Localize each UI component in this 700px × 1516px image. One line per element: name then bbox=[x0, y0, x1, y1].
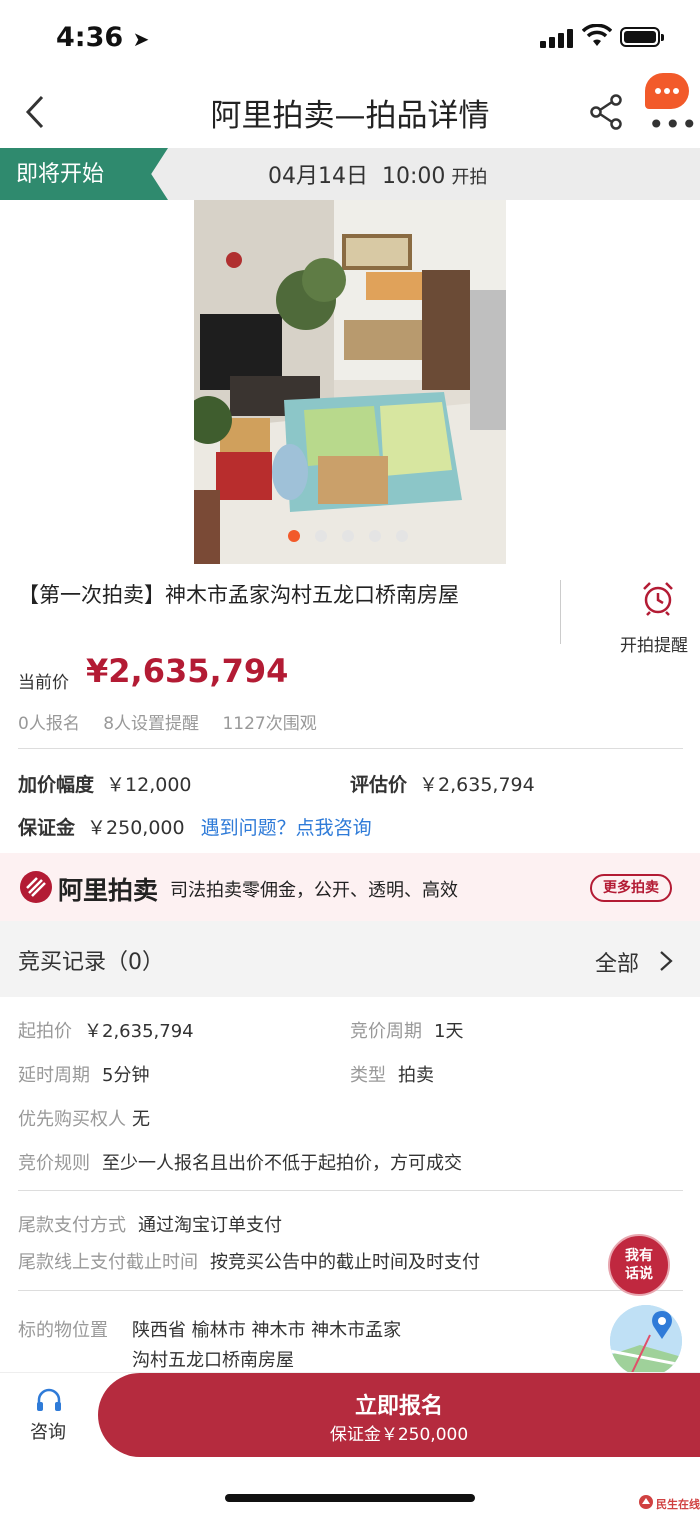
more-auctions-button[interactable]: 更多拍卖 bbox=[590, 874, 672, 902]
reminder-button[interactable]: 开拍提醒 bbox=[620, 631, 688, 656]
gallery-dot[interactable] bbox=[342, 530, 354, 542]
gallery-dot[interactable] bbox=[369, 530, 381, 542]
view-count: 1127次围观 bbox=[222, 714, 317, 734]
cellular-signal-icon bbox=[540, 28, 574, 48]
home-indicator[interactable] bbox=[225, 1494, 475, 1502]
gallery-dot[interactable] bbox=[396, 530, 408, 542]
gallery-dot[interactable] bbox=[288, 530, 300, 542]
watermark-text: 民生在线 bbox=[656, 1498, 700, 1511]
item-photo[interactable] bbox=[194, 200, 506, 564]
chevron-right-icon[interactable] bbox=[658, 950, 674, 972]
location-label: 标的物位置 bbox=[18, 1320, 108, 1341]
reminder-count: 8人设置提醒 bbox=[103, 714, 200, 734]
divider bbox=[18, 1190, 683, 1191]
ali-auction-logo-text: 阿里拍卖 bbox=[58, 876, 159, 905]
status-time: 4:36 ➤ bbox=[56, 22, 150, 53]
ali-auction-logo-icon bbox=[20, 871, 52, 903]
start-price-row: 起拍价 ￥2,635,794 bbox=[18, 1021, 194, 1042]
map-location-icon[interactable] bbox=[610, 1305, 682, 1377]
help-link[interactable]: 遇到问题？点我咨询 bbox=[201, 817, 372, 839]
item-title: 【第一次拍卖】神木市孟家沟村五龙口桥南房屋 bbox=[18, 583, 459, 607]
message-bubble-icon[interactable] bbox=[645, 73, 689, 109]
apply-now-label: 立即报名 bbox=[354, 1394, 443, 1419]
view-all-link[interactable]: 全部 bbox=[595, 946, 639, 978]
ali-slogan: 司法拍卖零佣金，公开、透明、高效 bbox=[170, 880, 458, 901]
auction-stats: 0人报名 8人设置提醒 1127次围观 bbox=[18, 709, 335, 734]
bid-rule-row: 竞价规则 至少一人报名且出价不低于起拍价，方可成交 bbox=[18, 1153, 462, 1174]
gallery-indicator bbox=[288, 530, 408, 542]
signup-count: 0人报名 bbox=[18, 714, 80, 734]
location-value-line1: 陕西省 榆林市 神木市 神木市孟家 bbox=[132, 1320, 402, 1341]
current-price-label: 当前价 bbox=[18, 673, 69, 693]
auction-type-row: 类型 拍卖 bbox=[350, 1065, 434, 1086]
watermark-logo-icon bbox=[639, 1495, 653, 1509]
current-price: ¥2,635,794 bbox=[86, 652, 289, 690]
more-menu-icon[interactable]: ••• bbox=[648, 108, 698, 141]
priority-buyer-row: 优先购买权人无 bbox=[18, 1109, 150, 1130]
alarm-clock-icon[interactable] bbox=[640, 580, 676, 616]
headset-icon[interactable] bbox=[34, 1386, 64, 1416]
status-badge-label: 即将开始 bbox=[16, 162, 105, 187]
bid-cycle-row: 竞价周期 1天 bbox=[350, 1021, 464, 1042]
comment-button[interactable]: 我有 话说 bbox=[608, 1234, 670, 1296]
wifi-icon bbox=[582, 24, 612, 46]
divider bbox=[560, 580, 561, 644]
delay-cycle-row: 延时周期 5分钟 bbox=[18, 1065, 150, 1086]
payment-deadline-row: 尾款线上支付截止时间 按竞买公告中的截止时间及时支付 bbox=[18, 1252, 480, 1273]
battery-icon bbox=[620, 27, 664, 47]
appraisal-row: 评估价 ￥2,635,794 bbox=[350, 774, 535, 796]
divider bbox=[18, 1290, 683, 1291]
divider bbox=[18, 748, 683, 749]
location-value-line2: 沟村五龙口桥南房屋 bbox=[132, 1350, 294, 1371]
gallery-dot[interactable] bbox=[315, 530, 327, 542]
auction-start-time: 04月14日 10:00 开拍 bbox=[268, 164, 488, 189]
deposit-row: 保证金 ￥250,000 遇到问题？点我咨询 bbox=[18, 817, 372, 839]
share-icon[interactable] bbox=[588, 94, 624, 130]
consult-button[interactable]: 咨询 bbox=[30, 1418, 66, 1444]
payment-method-row: 尾款支付方式 通过淘宝订单支付 bbox=[18, 1215, 282, 1236]
increment-row: 加价幅度 ￥12,000 bbox=[18, 774, 192, 796]
bid-records-title: 竞买记录（0） bbox=[18, 950, 164, 975]
apply-deposit-label: 保证金￥250,000 bbox=[329, 1425, 469, 1445]
